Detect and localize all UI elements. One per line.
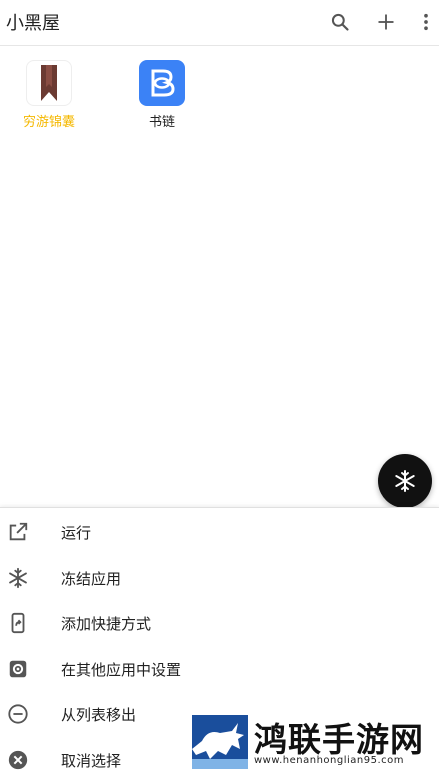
snowflake-icon — [395, 470, 415, 492]
menu-item-label: 运行 — [61, 523, 92, 542]
menu-item-settings-in-other-apps[interactable]: 在其他应用中设置 — [0, 647, 439, 691]
search-icon — [331, 13, 349, 31]
bull-logo-icon — [192, 715, 248, 769]
add-icon — [378, 14, 394, 30]
add-button[interactable] — [372, 8, 400, 36]
open-external-icon — [6, 520, 30, 544]
watermark: 鸿联手游网 www.henanhonglian95.com — [192, 713, 439, 774]
menu-item-label: 取消选择 — [61, 751, 122, 770]
menu-item-add-shortcut[interactable]: 添加快捷方式 — [0, 601, 439, 645]
menu-item-run[interactable]: 运行 — [0, 510, 439, 554]
bookmark-icon — [26, 60, 72, 106]
menu-item-label: 冻结应用 — [61, 569, 122, 588]
app-bar: 小黑屋 — [0, 0, 439, 46]
menu-item-label: 从列表移出 — [61, 705, 137, 724]
snowflake-icon — [6, 566, 30, 590]
more-options-button[interactable] — [412, 8, 439, 36]
watermark-name: 鸿联手游网 — [254, 720, 424, 759]
menu-item-label: 添加快捷方式 — [61, 614, 152, 633]
search-button[interactable] — [326, 8, 354, 36]
book-chain-icon — [139, 60, 185, 106]
menu-item-label: 在其他应用中设置 — [61, 660, 182, 679]
minus-circle-icon — [6, 702, 30, 726]
close-circle-icon — [6, 748, 30, 772]
app-label: 书链 — [148, 115, 175, 130]
freeze-fab[interactable] — [378, 454, 432, 508]
gear-icon — [6, 657, 30, 681]
app-label: 穷游锦囊 — [22, 115, 75, 130]
app-tile-shulian[interactable]: 书链 — [117, 60, 207, 130]
app-tile-qiongyou[interactable]: 穷游锦囊 — [4, 60, 94, 130]
phone-shortcut-icon — [6, 611, 30, 635]
more-vert-icon — [424, 13, 428, 31]
watermark-url: www.henanhonglian95.com — [254, 755, 405, 766]
menu-item-freeze[interactable]: 冻结应用 — [0, 556, 439, 600]
page-title: 小黑屋 — [6, 13, 60, 34]
